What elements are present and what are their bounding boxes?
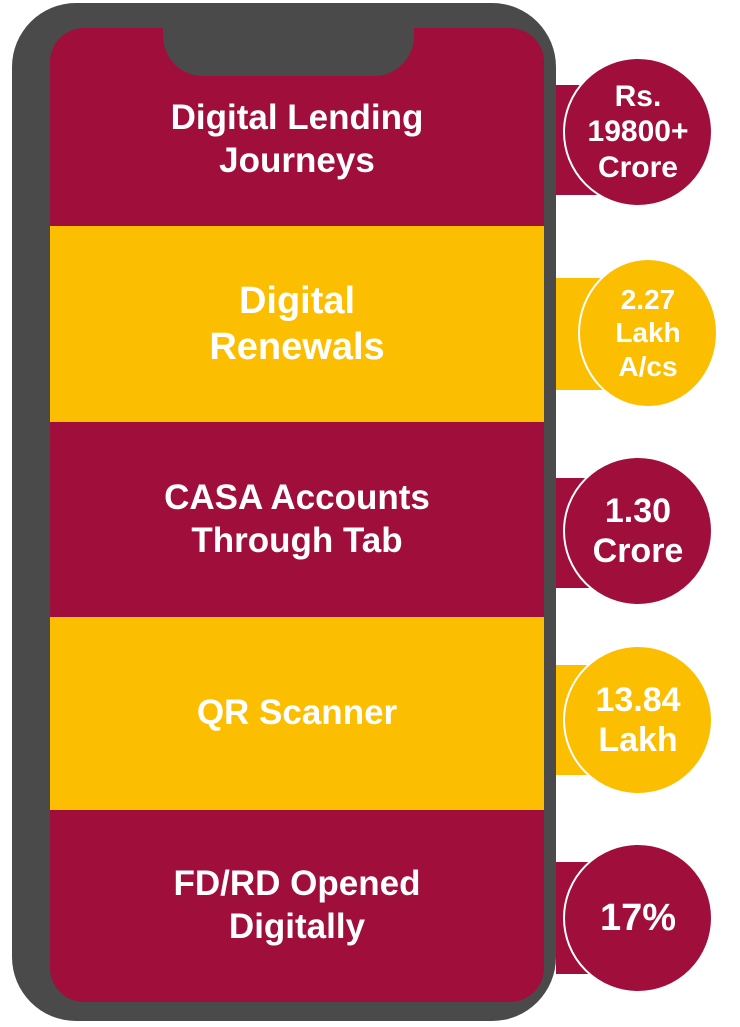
badge-value: 1.30 Crore	[592, 491, 684, 570]
phone-notch	[163, 3, 414, 76]
phone-screen: Digital Lending Journeys Digital Renewal…	[50, 28, 544, 1002]
badge-value: Rs. 19800+ Crore	[587, 79, 689, 184]
badge-value: 17%	[599, 896, 677, 939]
row-qr-scanner: QR Scanner	[50, 617, 544, 810]
badge-value: 13.84 Lakh	[595, 680, 681, 759]
badge-value: 2.27 Lakh A/cs	[615, 284, 681, 382]
row-label: Digital Lending Journeys	[170, 98, 424, 180]
row-fd-rd: FD/RD Opened Digitally	[50, 810, 544, 1002]
value-badge: 13.84 Lakh	[563, 645, 713, 795]
row-digital-renewals: Digital Renewals	[50, 226, 544, 422]
value-badge: Rs. 19800+ Crore	[563, 57, 713, 207]
value-badge: 1.30 Crore	[563, 456, 713, 606]
row-label: QR Scanner	[196, 693, 398, 733]
value-badge: 17%	[563, 843, 713, 993]
row-label: Digital Renewals	[209, 279, 385, 368]
row-label: FD/RD Opened Digitally	[173, 864, 421, 946]
value-badge: 2.27 Lakh A/cs	[578, 258, 718, 408]
row-label: CASA Accounts Through Tab	[164, 477, 430, 560]
row-casa-accounts: CASA Accounts Through Tab	[50, 422, 544, 617]
